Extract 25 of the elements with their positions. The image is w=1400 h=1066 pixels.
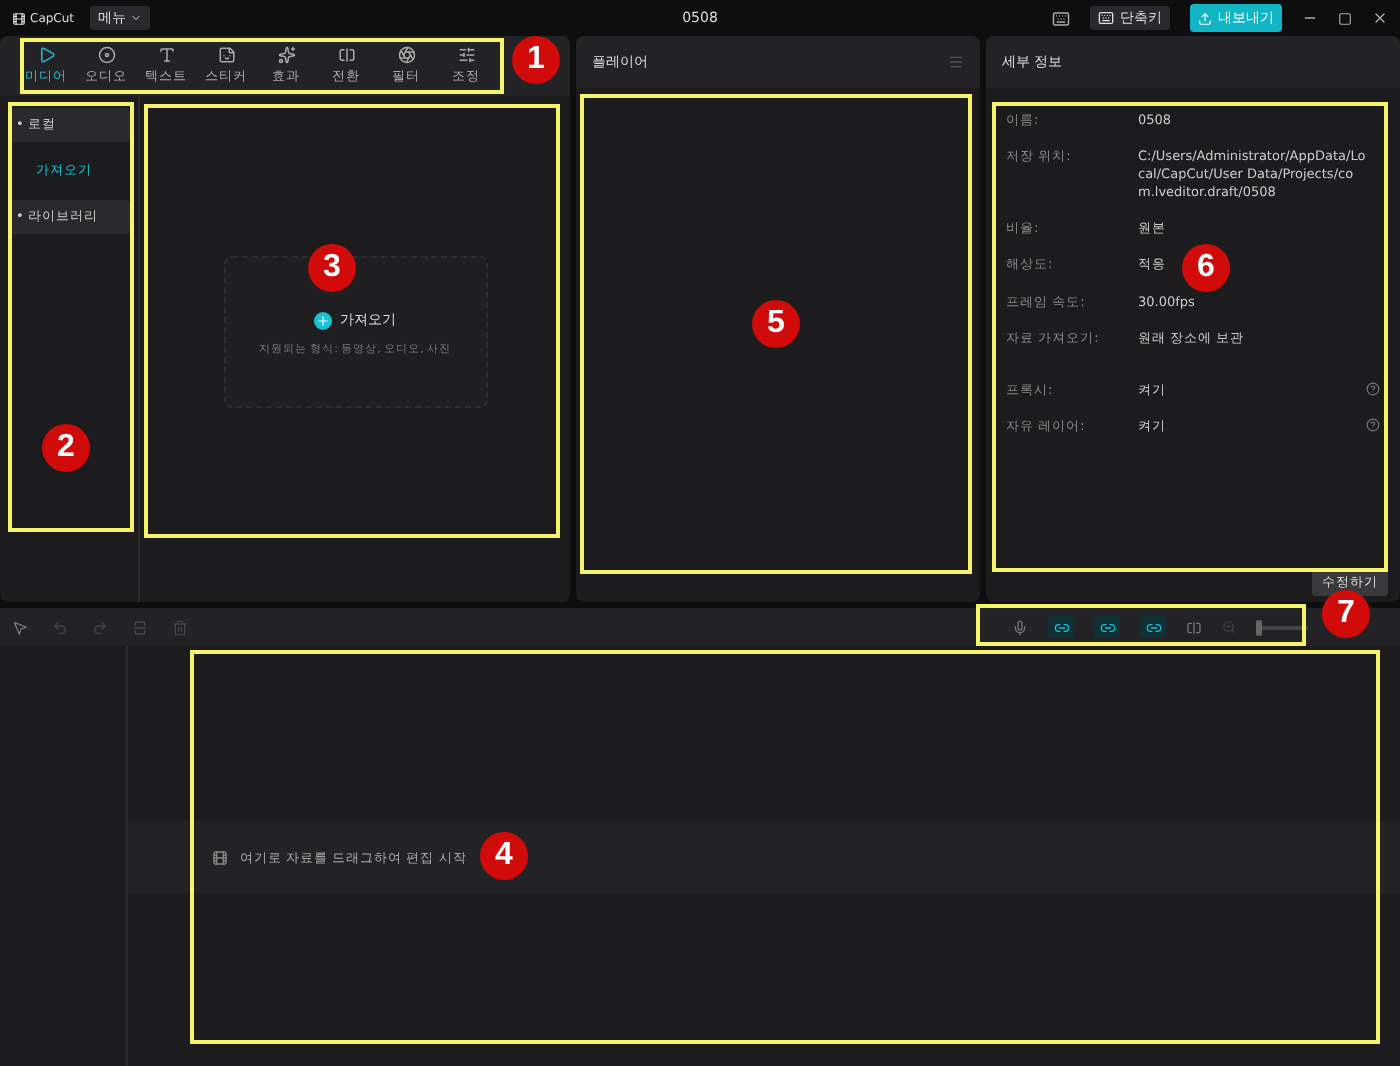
sliders-icon (457, 46, 475, 64)
close-icon[interactable] (1372, 10, 1388, 26)
microphone-icon[interactable] (1012, 619, 1028, 635)
film-icon (212, 850, 228, 866)
sparkle-icon (277, 46, 295, 64)
upload-icon (1198, 11, 1212, 25)
link-icon[interactable] (1094, 616, 1120, 638)
keyboard-icon (1098, 10, 1114, 26)
link-icon[interactable] (1140, 616, 1166, 638)
slider-thumb[interactable] (1256, 619, 1262, 635)
help-icon[interactable] (1366, 381, 1380, 396)
split-icon[interactable] (1186, 619, 1202, 635)
chevron-icon (130, 12, 143, 24)
aperture-icon (397, 46, 415, 64)
play-icon (37, 46, 55, 64)
cursor-icon[interactable] (12, 619, 28, 635)
maximize-icon[interactable] (1338, 11, 1352, 25)
transition-icon (337, 46, 355, 64)
menu-icon[interactable] (948, 54, 964, 70)
help-icon[interactable] (1366, 417, 1380, 432)
link-icon[interactable] (1048, 616, 1074, 638)
text-icon (157, 46, 175, 64)
plus-icon (316, 313, 330, 327)
disc-icon (97, 46, 115, 64)
sticker-icon (217, 46, 235, 64)
